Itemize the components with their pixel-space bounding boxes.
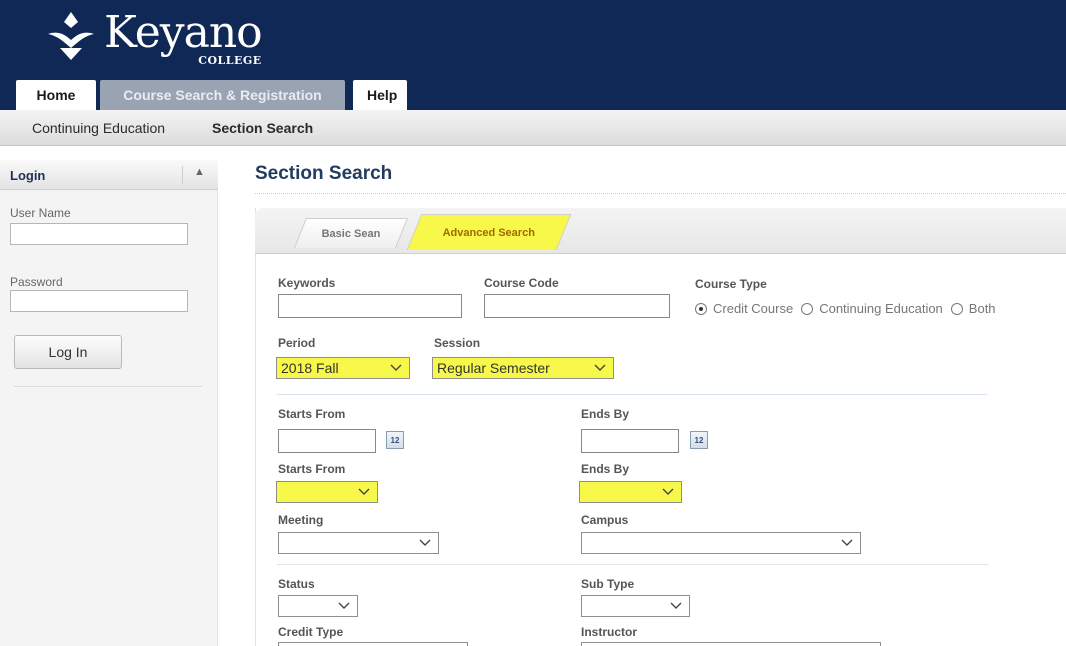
course-code-label: Course Code <box>484 276 559 290</box>
period-select[interactable]: 2018 Fall <box>276 357 410 379</box>
sub-type-label: Sub Type <box>581 577 635 591</box>
subnav-section-search[interactable]: Section Search <box>212 120 313 136</box>
tab-basic-search[interactable]: Basic Sean <box>293 218 409 248</box>
keywords-label: Keywords <box>278 276 336 290</box>
calendar-icon[interactable]: 12 <box>386 431 404 449</box>
ends-by-date-input[interactable] <box>581 429 679 453</box>
radio-continuing-education-label: Continuing Education <box>819 301 943 316</box>
login-title: Login <box>10 168 46 183</box>
title-divider <box>255 193 1066 194</box>
course-code-input[interactable] <box>484 294 670 318</box>
main-tabs: Home Course Search & Registration Help <box>16 80 407 110</box>
instructor-label: Instructor <box>581 625 638 639</box>
section-divider <box>277 564 989 565</box>
site-header: Keyano COLLEGE Home Course Search & Regi… <box>0 0 1066 110</box>
meeting-label: Meeting <box>278 513 324 527</box>
radio-continuing-education[interactable] <box>801 302 814 315</box>
course-type-radio-group: Credit Course Continuing Education Both <box>695 301 1004 316</box>
collapse-icon[interactable]: ▲ <box>194 166 205 178</box>
session-value: Regular Semester <box>437 360 550 376</box>
chevron-down-icon <box>661 483 675 501</box>
period-label: Period <box>278 336 316 350</box>
tab-basic-search-label: Basic Sean <box>321 228 380 240</box>
radio-credit-course[interactable] <box>695 302 707 315</box>
chevron-down-icon <box>593 359 607 377</box>
radio-both[interactable] <box>950 302 963 315</box>
starts-from-date-input[interactable] <box>278 429 376 453</box>
tab-course-search-registration[interactable]: Course Search & Registration <box>100 80 345 110</box>
tab-help[interactable]: Help <box>353 80 407 110</box>
keyano-logo-icon <box>48 12 94 60</box>
credit-type-select[interactable] <box>278 642 468 646</box>
campus-label: Campus <box>581 513 629 527</box>
calendar-icon[interactable]: 12 <box>690 431 708 449</box>
logo-subtitle: COLLEGE <box>198 54 262 67</box>
header-divider <box>182 166 183 184</box>
search-panel <box>255 208 1066 646</box>
status-label: Status <box>278 577 315 591</box>
period-value: 2018 Fall <box>281 360 339 376</box>
course-type-label: Course Type <box>695 277 767 291</box>
password-input[interactable] <box>10 290 188 312</box>
tab-home[interactable]: Home <box>16 80 96 110</box>
chevron-down-icon <box>418 534 432 552</box>
tab-advanced-search-label: Advanced Search <box>442 227 535 239</box>
login-sidebar: Login ▲ User Name Password Log In <box>0 160 218 646</box>
page-title: Section Search <box>255 163 393 184</box>
starts-from-label: Starts From <box>278 407 346 421</box>
starts-from-time-select[interactable] <box>276 481 378 503</box>
ends-by-time-select[interactable] <box>579 481 682 503</box>
ends-by-label: Ends By <box>581 407 630 421</box>
chevron-down-icon <box>389 359 403 377</box>
instructor-select[interactable] <box>581 642 881 646</box>
logo-name: Keyano <box>104 7 263 58</box>
status-select[interactable] <box>278 595 358 617</box>
login-button[interactable]: Log In <box>14 335 122 369</box>
username-label: User Name <box>10 206 71 220</box>
username-input[interactable] <box>10 223 188 245</box>
credit-type-label: Credit Type <box>278 625 344 639</box>
sub-type-select[interactable] <box>581 595 690 617</box>
tab-advanced-search[interactable]: Advanced Search <box>406 214 572 250</box>
subnav-continuing-education[interactable]: Continuing Education <box>32 120 165 136</box>
session-label: Session <box>434 336 481 350</box>
sub-navigation: Continuing Education Section Search <box>0 110 1066 146</box>
campus-select[interactable] <box>581 532 861 554</box>
starts-from-time-label: Starts From <box>278 462 346 476</box>
radio-credit-course-label: Credit Course <box>713 301 794 316</box>
chevron-down-icon <box>337 597 351 615</box>
sidebar-divider <box>14 386 202 387</box>
meeting-select[interactable] <box>278 532 439 554</box>
chevron-down-icon <box>840 534 854 552</box>
section-divider <box>277 394 987 395</box>
session-select[interactable]: Regular Semester <box>432 357 614 379</box>
chevron-down-icon <box>669 597 683 615</box>
chevron-down-icon <box>357 483 371 501</box>
keywords-input[interactable] <box>278 294 462 318</box>
login-panel-header: Login ▲ <box>0 160 218 190</box>
password-label: Password <box>10 275 63 289</box>
college-logo[interactable]: Keyano COLLEGE <box>44 7 263 67</box>
radio-both-label: Both <box>968 301 996 316</box>
ends-by-time-label: Ends By <box>581 462 630 476</box>
